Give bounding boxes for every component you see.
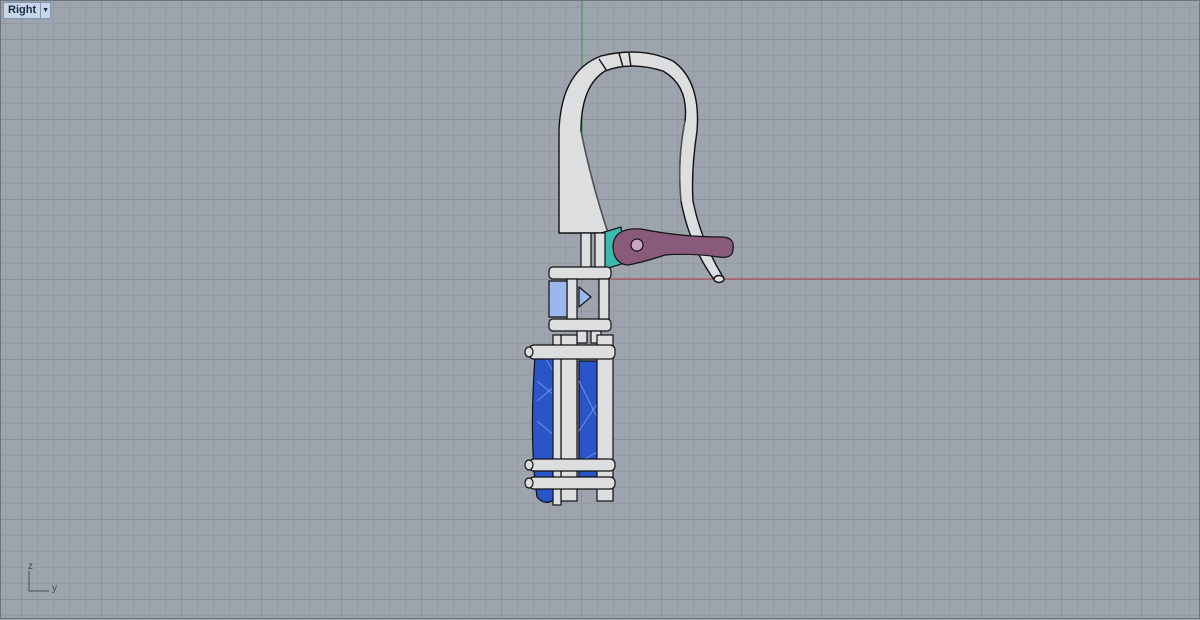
- upper-gallery: [548, 232, 612, 344]
- gemstone-setting: [524, 334, 616, 506]
- axis-widget-horizontal-label: y: [52, 583, 57, 594]
- axis-widget-vertical-label: z: [28, 561, 33, 572]
- axes-widget: [28, 571, 49, 592]
- viewport-canvas[interactable]: [1, 1, 1200, 620]
- right-viewport[interactable]: Right ▼ z y: [0, 0, 1200, 619]
